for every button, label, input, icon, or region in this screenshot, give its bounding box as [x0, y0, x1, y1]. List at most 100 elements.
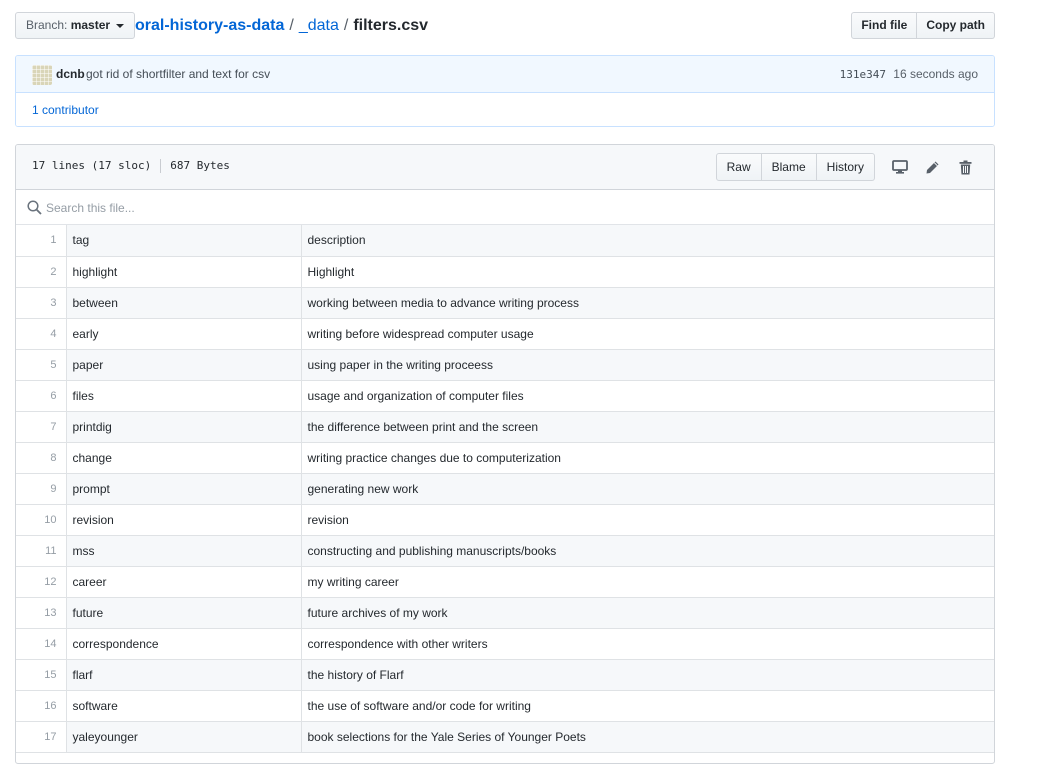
table-row: 2 highlight Highlight [16, 256, 994, 288]
file-info: 17 lines (17 sloc) 687 Bytes [32, 159, 230, 173]
avatar[interactable] [32, 65, 52, 85]
blame-button[interactable]: Blame [761, 153, 817, 181]
commit-sha-link[interactable]: 131e347 [840, 68, 886, 81]
table-row: 17 yaleyounger book selections for the Yal… [16, 721, 994, 753]
line-number[interactable]: 1 [16, 225, 67, 257]
commit-message-link[interactable]: got rid of shortfilter and text for csv [86, 67, 270, 81]
file-header: 17 lines (17 sloc) 687 Bytes Raw Blame Hi… [16, 145, 994, 190]
tag-cell: early [65, 318, 302, 350]
table-row: 15 flarf the history of Flarf [16, 659, 994, 691]
table-row: 5 paper using paper in the writing procees… [16, 349, 994, 381]
breadcrumb-filename: filters.csv [353, 17, 429, 34]
contributors-row: 1 contributor [16, 93, 994, 126]
file-line-count: 17 lines (17 sloc) [32, 159, 152, 172]
description-cell: writing before widespread computer usage [300, 318, 994, 350]
line-number[interactable]: 15 [16, 659, 67, 691]
table-row: 12 career my writing career [16, 566, 994, 598]
line-number[interactable]: 12 [16, 566, 67, 598]
description-cell: the history of Flarf [300, 659, 994, 691]
description-cell: Highlight [300, 256, 994, 288]
description-cell: my writing career [300, 566, 994, 598]
table-row: 9 prompt generating new work [16, 473, 994, 505]
latest-commit-row: dcnb got rid of shortfilter and text for… [16, 56, 994, 93]
search-input[interactable] [44, 198, 644, 218]
description-cell: revision [300, 504, 994, 536]
tag-cell: files [65, 380, 302, 412]
description-cell: the difference between print and the scr… [300, 411, 994, 443]
file-view-button-group: Raw Blame History [715, 153, 875, 181]
file-navigation: Branch: master oral-history-as-data / _dat… [15, 12, 995, 40]
tag-cell: correspondence [65, 628, 302, 660]
pencil-icon[interactable] [916, 153, 949, 181]
table-row: 10 revision revision [16, 504, 994, 536]
description-cell: using paper in the writing proceess [300, 349, 994, 381]
line-number[interactable]: 9 [16, 473, 67, 505]
line-number[interactable]: 4 [16, 318, 67, 350]
trash-icon[interactable] [949, 153, 982, 181]
description-cell: book selections for the Yale Series of Y… [300, 721, 994, 753]
file-actions: Raw Blame History [715, 153, 982, 181]
commit-time: 16 seconds ago [893, 67, 978, 81]
search-icon [27, 200, 42, 218]
branch-label: Branch: [26, 18, 68, 32]
chevron-down-icon [116, 23, 125, 28]
breadcrumb-separator: / [343, 17, 349, 34]
description-cell: writing practice changes due to computer… [300, 442, 994, 474]
tag-cell: future [65, 597, 302, 629]
contributors-link[interactable]: 1 contributor [32, 103, 99, 117]
breadcrumb-repo-link[interactable]: oral-history-as-data [135, 17, 284, 34]
description-cell: the use of software and/or code for writ… [300, 690, 994, 722]
file-size: 687 Bytes [170, 159, 230, 172]
copy-path-button[interactable]: Copy path [917, 12, 995, 39]
table-row: 8 change writing practice changes due to c… [16, 442, 994, 474]
commit-tease: dcnb got rid of shortfilter and text for… [15, 55, 995, 127]
line-number[interactable]: 3 [16, 287, 67, 319]
table-row: 3 between working between media to advance… [16, 287, 994, 319]
file-info-divider [160, 159, 162, 173]
desktop-icon[interactable] [883, 153, 916, 181]
description-cell: description [300, 225, 994, 257]
line-number[interactable]: 14 [16, 628, 67, 660]
line-number[interactable]: 13 [16, 597, 67, 629]
file-viewer: 17 lines (17 sloc) 687 Bytes Raw Blame Hi… [15, 144, 995, 764]
line-number[interactable]: 8 [16, 442, 67, 474]
line-number[interactable]: 16 [16, 690, 67, 722]
file-search-bar [16, 190, 994, 225]
line-number[interactable]: 7 [16, 411, 67, 443]
breadcrumb-dir-link[interactable]: _data [299, 17, 339, 34]
table-row: 14 correspondence correspondence with othe… [16, 628, 994, 660]
raw-button[interactable]: Raw [715, 153, 762, 181]
tag-cell: change [65, 442, 302, 474]
tag-cell: mss [65, 535, 302, 567]
tag-cell: highlight [65, 256, 302, 288]
tag-cell: revision [65, 504, 302, 536]
breadcrumb-separator: / [289, 17, 294, 34]
line-number[interactable]: 17 [16, 721, 67, 753]
file-nav-button-group: Find file Copy path [851, 12, 995, 39]
line-number[interactable]: 10 [16, 504, 67, 536]
line-number[interactable]: 2 [16, 256, 67, 288]
table-row: 4 early writing before widespread computer… [16, 318, 994, 350]
tag-cell: between [65, 287, 302, 319]
find-file-button[interactable]: Find file [851, 12, 918, 39]
table-row: 13 future future archives of my work [16, 597, 994, 629]
table-row: 6 files usage and organization of computer… [16, 380, 994, 412]
history-button[interactable]: History [816, 153, 875, 181]
description-cell: constructing and publishing manuscripts/… [300, 535, 994, 567]
table-row: 16 software the use of software and/or cod… [16, 690, 994, 722]
branch-select-button[interactable]: Branch: master [15, 12, 136, 39]
description-cell: generating new work [300, 473, 994, 505]
tag-cell: yaleyounger [65, 721, 302, 753]
breadcrumb: oral-history-as-data / _data / filters.csv [135, 14, 428, 38]
description-cell: correspondence with other writers [300, 628, 994, 660]
table-row: 7 printdig the difference between print an… [16, 411, 994, 443]
table-row: 11 mss constructing and publishing manuscr… [16, 535, 994, 567]
tag-cell: flarf [65, 659, 302, 691]
commit-author-link[interactable]: dcnb [56, 67, 85, 81]
description-cell: future archives of my work [300, 597, 994, 629]
line-number[interactable]: 6 [16, 380, 67, 412]
line-number[interactable]: 11 [16, 535, 67, 567]
description-cell: usage and organization of computer files [300, 380, 994, 412]
line-number[interactable]: 5 [16, 349, 67, 381]
csv-table-body: 1 tag description 2 highlight Highlight 3 betwe… [16, 225, 994, 753]
